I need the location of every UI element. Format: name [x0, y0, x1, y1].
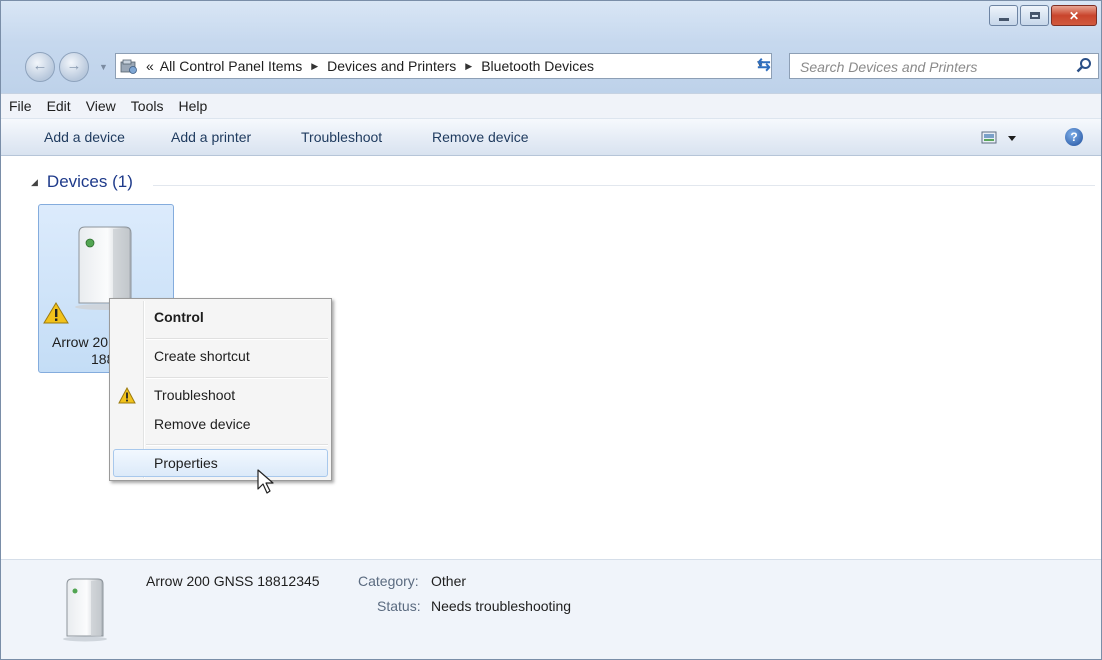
minimize-icon: [998, 17, 1009, 21]
devices-group-label: Devices (1): [46, 172, 133, 191]
menu-help[interactable]: Help: [176, 98, 209, 114]
menu-bar: File Edit View Tools Help: [1, 93, 1101, 119]
refresh-icon: ⇆: [757, 57, 771, 74]
navigation-row: ← → ▼ « All Control Panel Items ▶ Device…: [1, 48, 1101, 84]
breadcrumb-separator-icon[interactable]: ▶: [465, 61, 472, 72]
collapse-triangle-icon[interactable]: ◢: [31, 177, 38, 188]
details-device-name: Arrow 200 GNSS 18812345: [146, 573, 320, 589]
menu-item-control[interactable]: Control: [154, 309, 204, 325]
breadcrumb-overflow-chevron[interactable]: «: [146, 58, 154, 74]
search-box[interactable]: [789, 53, 1099, 79]
details-category-value: Other: [431, 573, 467, 589]
menu-file[interactable]: File: [7, 98, 34, 114]
details-status-value: Needs troubleshooting: [431, 598, 572, 614]
help-icon[interactable]: ?: [1065, 128, 1083, 146]
menu-separator: [146, 338, 328, 340]
details-status-key: Status:: [377, 598, 421, 614]
breadcrumb-control-panel-items[interactable]: All Control Panel Items: [160, 58, 302, 74]
add-printer-button[interactable]: Add a printer: [171, 129, 251, 145]
menu-separator: [146, 377, 328, 379]
address-bar[interactable]: « All Control Panel Items ▶ Devices and …: [115, 53, 772, 79]
forward-arrow-icon: →: [66, 57, 82, 74]
menu-item-remove-device[interactable]: Remove device: [154, 416, 251, 432]
breadcrumb: « All Control Panel Items ▶ Devices and …: [146, 58, 594, 74]
back-button[interactable]: ←: [25, 52, 55, 82]
menu-item-troubleshoot[interactable]: Troubleshoot: [154, 387, 235, 403]
remove-device-button[interactable]: Remove device: [432, 129, 529, 145]
add-device-button[interactable]: Add a device: [44, 129, 125, 145]
breadcrumb-separator-icon[interactable]: ▶: [311, 61, 318, 72]
mouse-cursor-icon: [257, 469, 274, 494]
menu-item-properties[interactable]: Properties: [154, 455, 218, 471]
menu-edit[interactable]: Edit: [45, 98, 73, 114]
recent-pages-dropdown[interactable]: ▼: [99, 62, 108, 72]
menu-separator: [146, 444, 328, 446]
caption-buttons: ✕: [987, 5, 1097, 26]
search-input[interactable]: [798, 57, 1062, 77]
details-pane: Arrow 200 GNSS 18812345 Category: Other …: [1, 559, 1101, 659]
minimize-button[interactable]: [989, 5, 1018, 26]
command-bar: Add a device Add a printer Troubleshoot …: [1, 119, 1101, 156]
breadcrumb-bluetooth-devices[interactable]: Bluetooth Devices: [481, 58, 594, 74]
troubleshoot-button[interactable]: Troubleshoot: [301, 129, 382, 145]
change-view-icon[interactable]: [981, 130, 1019, 146]
refresh-button[interactable]: ⇆: [747, 53, 781, 79]
warning-icon: [43, 302, 69, 324]
group-divider: [153, 185, 1095, 186]
back-arrow-icon: ←: [32, 57, 48, 74]
close-icon: ✕: [1068, 8, 1080, 23]
context-menu: Control Create shortcut Troubleshoot Rem…: [109, 298, 332, 481]
devices-group-header[interactable]: ◢ Devices (1): [31, 172, 133, 192]
close-button[interactable]: ✕: [1051, 5, 1097, 26]
control-panel-icon: [120, 59, 137, 74]
maximize-icon: [1029, 12, 1040, 19]
breadcrumb-devices-and-printers[interactable]: Devices and Printers: [327, 58, 456, 74]
forward-button[interactable]: →: [59, 52, 89, 82]
warning-icon: [118, 387, 136, 404]
search-icon[interactable]: [1076, 57, 1092, 73]
menu-tools[interactable]: Tools: [129, 98, 166, 114]
title-bar: ✕ ← → ▼ « All Control Panel Items ▶ Devi…: [1, 1, 1101, 93]
menu-view[interactable]: View: [84, 98, 118, 114]
details-category-key: Category:: [358, 573, 419, 589]
gnss-receiver-icon: [63, 578, 107, 642]
menu-item-create-shortcut[interactable]: Create shortcut: [154, 348, 250, 364]
maximize-button[interactable]: [1020, 5, 1049, 26]
menu-item-highlight: [113, 449, 328, 477]
